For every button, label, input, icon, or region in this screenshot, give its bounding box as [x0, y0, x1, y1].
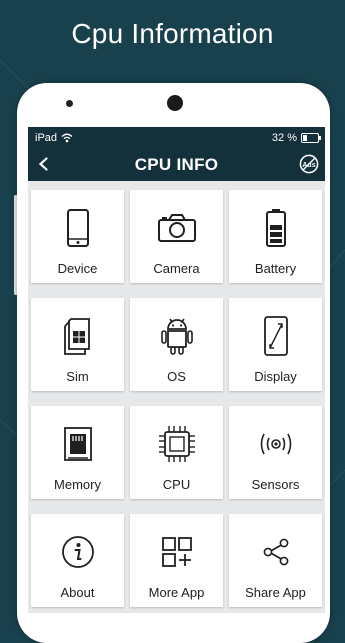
wifi-icon: [61, 133, 73, 142]
tile-device[interactable]: Device: [31, 190, 124, 283]
carrier-label: iPad: [35, 131, 58, 144]
battery-percent: 32 %: [271, 131, 297, 144]
tile-label: Memory: [54, 477, 101, 492]
tile-camera[interactable]: Camera: [130, 190, 223, 283]
tile-label: Sensors: [251, 477, 300, 492]
page-headline: Cpu Information: [71, 18, 274, 49]
app-bar: CPU INFO Ads: [28, 148, 325, 181]
tile-label: Display: [254, 369, 297, 384]
tile-memory[interactable]: Memory: [31, 406, 124, 499]
sim-card-icon: [63, 318, 90, 355]
android-icon: [160, 318, 193, 355]
share-icon: [263, 538, 288, 566]
sensors-icon: [260, 433, 291, 455]
tile-cpu[interactable]: CPU: [130, 406, 223, 499]
tile-label: Sim: [66, 369, 89, 384]
display-icon: [263, 316, 288, 356]
apps-grid-icon: [161, 537, 192, 567]
tile-battery[interactable]: Battery: [229, 190, 322, 283]
memory-card-icon: [63, 427, 92, 461]
info-icon: [61, 536, 94, 568]
tile-label: More App: [148, 585, 205, 600]
tile-label: Battery: [254, 261, 297, 276]
smartphone-icon: [66, 209, 89, 247]
phone-front-camera: [167, 95, 183, 111]
tile-share-app[interactable]: Share App: [229, 514, 322, 607]
tile-label: CPU: [162, 477, 191, 492]
cpu-chip-icon: [158, 426, 195, 462]
tile-sensors[interactable]: Sensors: [229, 406, 322, 499]
tile-sim[interactable]: Sim: [31, 298, 124, 391]
tile-more-app[interactable]: More App: [130, 514, 223, 607]
back-arrow-icon[interactable]: [36, 156, 52, 172]
tile-label: OS: [167, 369, 186, 384]
tile-label: Share App: [245, 585, 306, 600]
tile-about[interactable]: About: [31, 514, 124, 607]
tile-label: About: [60, 585, 95, 600]
app-title: CPU INFO: [134, 154, 219, 174]
battery-icon: [265, 209, 286, 247]
status-battery-icon: [301, 132, 321, 143]
phone-sensor: [66, 100, 73, 107]
tile-display[interactable]: Display: [229, 298, 322, 391]
status-bar: iPad 32 %: [28, 127, 325, 148]
tile-os[interactable]: OS: [130, 298, 223, 391]
tile-label: Camera: [153, 261, 200, 276]
tile-label: Device: [57, 261, 98, 276]
phone-screen: iPad 32 % CPU INFO Ads Device Camera Bat…: [28, 127, 325, 613]
ad-free-icon[interactable]: Ads: [299, 154, 319, 174]
camera-icon: [157, 214, 196, 242]
